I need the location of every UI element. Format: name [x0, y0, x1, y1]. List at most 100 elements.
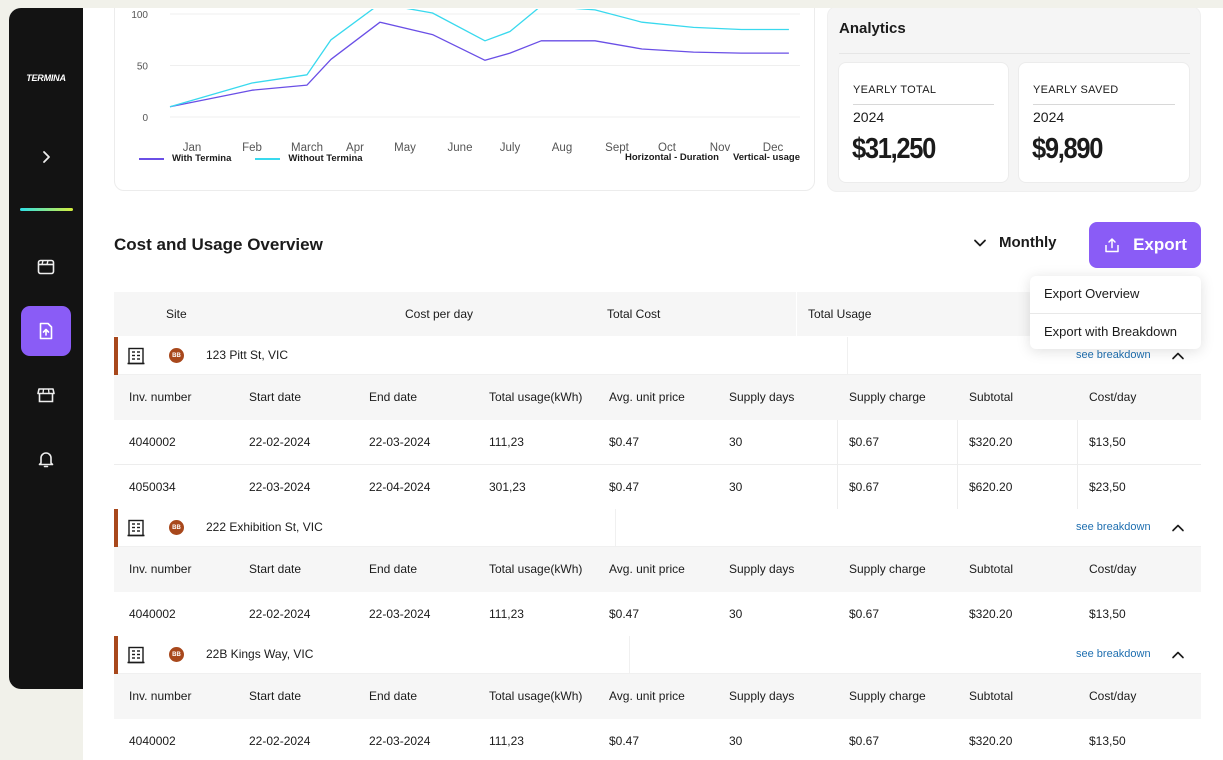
- see-breakdown-link[interactable]: see breakdown: [1076, 521, 1151, 533]
- legend-swatch: [255, 157, 281, 160]
- export-menu: Export Overview Export with Breakdown: [1030, 276, 1201, 349]
- table-row[interactable]: 4050034 22-03-2024 22-04-2024 301,23 $0.…: [114, 465, 1201, 510]
- site-row[interactable]: BB 22B Kings Way, VIC see breakdown: [114, 636, 1201, 674]
- cell-start-date: 22-02-2024: [249, 607, 311, 621]
- site-row[interactable]: BB 222 Exhibition St, VIC see breakdown: [114, 509, 1201, 547]
- cell-supply-days: 30: [729, 435, 743, 449]
- cell-total-usage: 301,23: [489, 480, 526, 494]
- export-button[interactable]: Export: [1089, 222, 1201, 268]
- col-subtotal: Subtotal: [969, 689, 1014, 703]
- divider: [853, 104, 994, 105]
- col-start-date: Start date: [249, 562, 302, 576]
- header-site: Site: [166, 307, 187, 321]
- col-end-date: End date: [369, 562, 418, 576]
- col-avg-unit-price: Avg. unit price: [609, 562, 685, 576]
- stat-value: $31,250: [852, 133, 936, 165]
- legend-item-without-termina: Without Termina: [255, 153, 363, 164]
- cell-total-usage: 111,23: [489, 607, 524, 621]
- sidebar: TERMINA: [9, 8, 83, 689]
- x-tick-label: June: [448, 142, 473, 154]
- logo: TERMINA: [26, 73, 66, 83]
- chevron-right-icon: [43, 151, 50, 163]
- site-accent: [114, 337, 118, 375]
- export-label: Export: [1133, 235, 1187, 254]
- expand-sidebar-button[interactable]: [21, 132, 71, 182]
- site-breakdown: Inv. number Start date End date Total us…: [114, 375, 1201, 510]
- col-supply-charge: Supply charge: [849, 390, 926, 404]
- col-supply-days: Supply days: [729, 562, 795, 576]
- sidebar-item-store[interactable]: [21, 370, 71, 420]
- cell-end-date: 22-04-2024: [369, 480, 431, 494]
- sidebar-item-notifications[interactable]: [21, 434, 71, 484]
- stat-label: YEARLY SAVED: [1033, 84, 1119, 96]
- stat-year: 2024: [853, 109, 885, 125]
- cell-inv-number: 4040002: [129, 734, 176, 748]
- legend-swatch: [139, 157, 164, 160]
- cell-avg-unit-price: $0.47: [609, 734, 640, 748]
- table-row[interactable]: 4040002 22-02-2024 22-03-2024 111,23 $0.…: [114, 719, 1201, 760]
- header-total-cost: Total Cost: [607, 307, 661, 321]
- col-supply-charge: Supply charge: [849, 689, 926, 703]
- table-row[interactable]: 4040002 22-02-2024 22-03-2024 111,23 $0.…: [114, 420, 1201, 465]
- col-start-date: Start date: [249, 390, 302, 404]
- col-inv-number: Inv. number: [129, 689, 192, 703]
- legend-item-with-termina: With Termina: [139, 153, 231, 164]
- legend-label: With Termina: [172, 153, 232, 164]
- cell-supply-charge: $0.67: [849, 607, 880, 621]
- col-cost-per-day: Cost/day: [1089, 390, 1137, 404]
- col-subtotal: Subtotal: [969, 390, 1014, 404]
- divider: [796, 292, 797, 336]
- x-axis-note: Horizontal - Duration: [624, 152, 719, 163]
- divider: [957, 465, 958, 510]
- cell-subtotal: $320.20: [969, 734, 1013, 748]
- axis-notes: Horizontal - Duration Vertical- usage: [625, 152, 800, 163]
- sidebar-divider: [20, 208, 73, 211]
- chevron-up-icon[interactable]: [1171, 648, 1185, 662]
- y-tick-label: 0: [142, 113, 148, 124]
- site-name: 123 Pitt St, VIC: [206, 348, 289, 362]
- chart-legend: With Termina Without Termina: [139, 153, 363, 164]
- cell-supply-days: 30: [729, 607, 743, 621]
- divider: [1077, 465, 1078, 510]
- yearly-total-card: YEARLY TOTAL 2024 $31,250: [838, 62, 1009, 183]
- calendar-icon: [37, 259, 55, 275]
- y-tick-label: 100: [131, 10, 148, 21]
- table-row[interactable]: 4040002 22-02-2024 22-03-2024 111,23 $0.…: [114, 592, 1201, 637]
- site-badge: BB: [169, 647, 184, 662]
- chevron-up-icon[interactable]: [1171, 521, 1185, 535]
- col-supply-charge: Supply charge: [849, 562, 926, 576]
- cell-end-date: 22-03-2024: [369, 435, 431, 449]
- building-icon: [127, 519, 145, 537]
- menu-item-export-with-breakdown[interactable]: Export with Breakdown: [1030, 313, 1201, 349]
- menu-item-export-overview[interactable]: Export Overview: [1030, 276, 1201, 312]
- file-upload-icon: [39, 322, 53, 340]
- site-accent: [114, 509, 118, 547]
- col-inv-number: Inv. number: [129, 562, 192, 576]
- site-name: 222 Exhibition St, VIC: [206, 520, 323, 534]
- divider: [847, 337, 848, 375]
- col-subtotal: Subtotal: [969, 562, 1014, 576]
- col-end-date: End date: [369, 390, 418, 404]
- divider: [957, 420, 958, 465]
- breakdown-header: Inv. number Start date End date Total us…: [114, 547, 1201, 592]
- cell-cost-per-day: $13,50: [1089, 734, 1126, 748]
- see-breakdown-link[interactable]: see breakdown: [1076, 648, 1151, 660]
- sidebar-item-reports[interactable]: [21, 306, 71, 356]
- period-select[interactable]: Monthly: [973, 234, 1057, 251]
- bell-icon: [38, 452, 54, 468]
- x-tick-label: Aug: [552, 142, 572, 154]
- chevron-down-icon: [974, 239, 986, 246]
- cell-start-date: 22-03-2024: [249, 480, 311, 494]
- cell-end-date: 22-03-2024: [369, 607, 431, 621]
- sidebar-item-calendar[interactable]: [21, 242, 71, 292]
- x-tick-label: July: [500, 142, 521, 154]
- cell-subtotal: $620.20: [969, 480, 1013, 494]
- header-total-usage: Total Usage: [808, 307, 872, 321]
- divider: [837, 465, 838, 510]
- divider: [837, 420, 838, 465]
- cell-total-usage: 111,23: [489, 734, 524, 748]
- chevron-up-icon[interactable]: [1171, 349, 1185, 363]
- cell-avg-unit-price: $0.47: [609, 435, 640, 449]
- divider: [1077, 420, 1078, 465]
- see-breakdown-link[interactable]: see breakdown: [1076, 349, 1151, 361]
